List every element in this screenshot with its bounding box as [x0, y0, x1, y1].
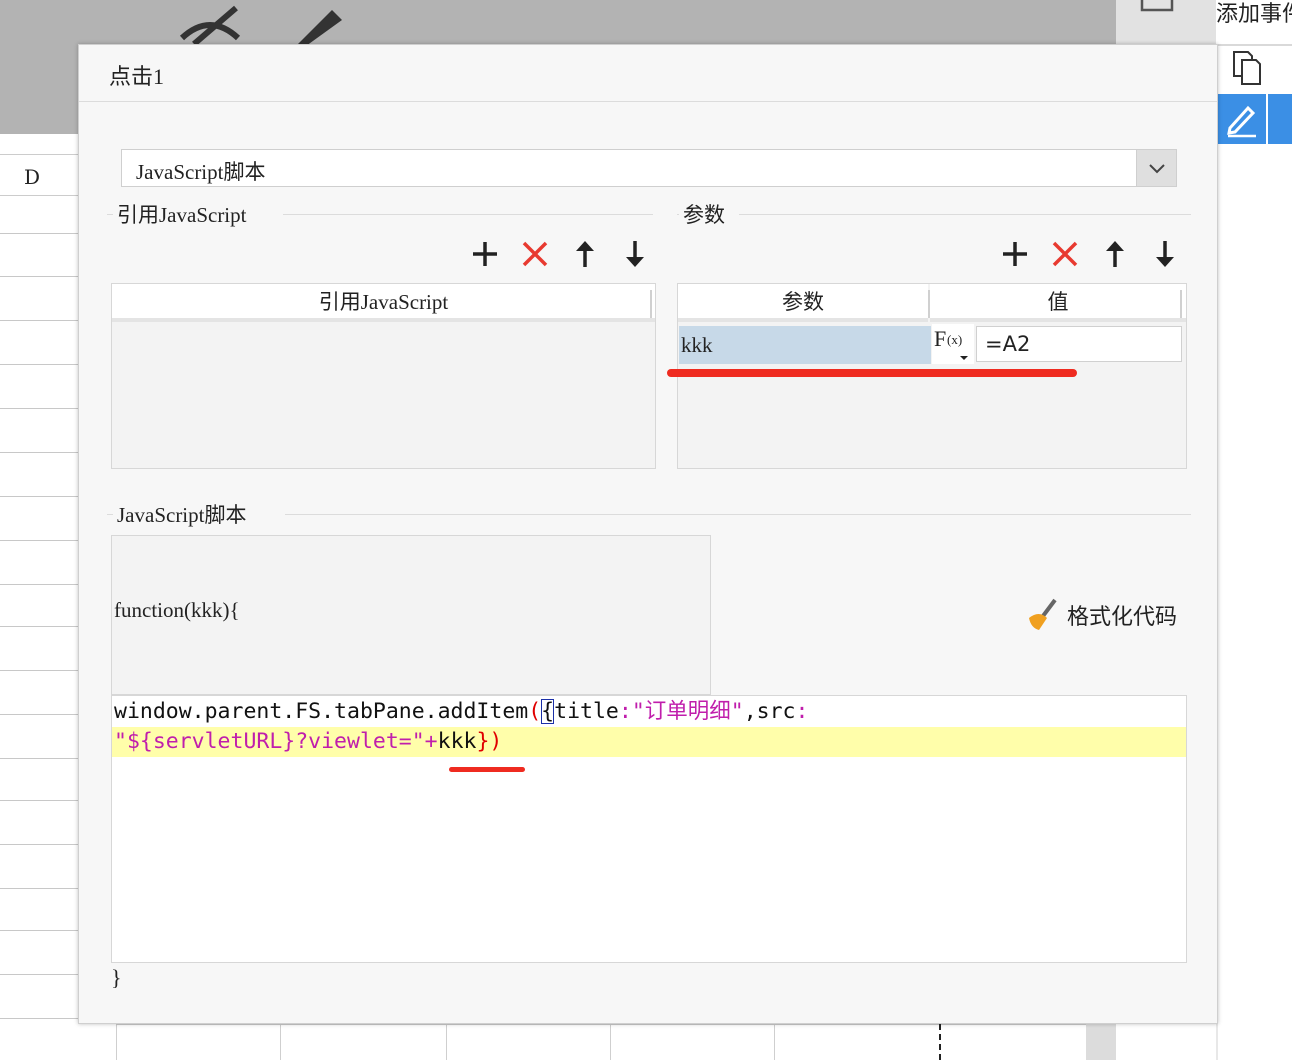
grid-line	[0, 276, 78, 277]
svg-text:(x): (x)	[947, 332, 962, 347]
code-line-1: window.parent.FS.tabPane.addItem({title:…	[114, 699, 809, 724]
copy-icon[interactable]	[1230, 50, 1266, 86]
delete-icon[interactable]	[1050, 239, 1080, 269]
ref-js-table[interactable]: 引用JavaScript	[111, 283, 656, 469]
param-name-cell[interactable]: kkk	[679, 326, 931, 364]
grid-line	[0, 496, 78, 497]
function-signature: function(kkk){	[114, 598, 240, 622]
script-type-select[interactable]: JavaScript脚本	[121, 149, 1177, 187]
delete-event-button[interactable]	[1268, 94, 1292, 144]
formula-fx-icon[interactable]: F (x)	[932, 324, 974, 364]
grid-line	[0, 540, 78, 541]
param-name-column-header[interactable]: 参数	[678, 284, 928, 322]
edit-event-button[interactable]	[1218, 94, 1266, 144]
dialog-title: 点击1	[109, 64, 165, 89]
grid-line	[0, 408, 78, 409]
grid-line	[0, 320, 78, 321]
panel-header-tab[interactable]	[1116, 0, 1216, 44]
frame-icon	[1140, 0, 1174, 12]
grid-line	[0, 452, 78, 453]
param-value-input[interactable]: =A2	[976, 326, 1182, 362]
script-group-label: JavaScript脚本	[113, 499, 251, 529]
move-up-icon[interactable]	[1100, 239, 1130, 269]
delete-icon[interactable]	[520, 239, 550, 269]
grid-line	[0, 714, 78, 715]
event-dialog: 点击1 JavaScript脚本 引用JavaScript 引用JavaScri…	[78, 44, 1218, 1024]
broom-icon	[1029, 598, 1057, 630]
grid-line	[0, 844, 78, 845]
grid-line	[0, 758, 78, 759]
annotation-underline	[667, 369, 1077, 377]
add-event-title: 添加事件	[1216, 1, 1292, 26]
code-editor[interactable]: window.parent.FS.tabPane.addItem({title:…	[111, 695, 1187, 963]
param-value-column-header[interactable]: 值	[930, 284, 1186, 322]
move-down-icon[interactable]	[1150, 239, 1180, 269]
pencil-icon	[1227, 105, 1256, 138]
sheet-edge	[1086, 1024, 1118, 1060]
edit-pencil-icon[interactable]	[288, 2, 352, 46]
column-divider	[650, 290, 652, 318]
add-icon[interactable]	[470, 239, 500, 269]
code-line-2: "${servletURL}?viewlet="+kkk})	[112, 727, 1186, 757]
params-group-label: 参数	[679, 199, 729, 229]
grid-line	[0, 888, 78, 889]
hide-icon[interactable]	[178, 2, 242, 47]
column-divider	[1180, 290, 1182, 318]
function-signature-box: function(kkk){	[111, 535, 711, 695]
format-code-label: 格式化代码	[1067, 604, 1178, 629]
move-up-icon[interactable]	[570, 239, 600, 269]
chevron-down-icon[interactable]	[1136, 150, 1176, 186]
ref-js-column-header[interactable]: 引用JavaScript	[112, 284, 655, 322]
group-border	[283, 214, 653, 215]
add-icon[interactable]	[1000, 239, 1030, 269]
move-down-icon[interactable]	[620, 239, 650, 269]
grid-line	[0, 233, 78, 234]
grid-line	[0, 364, 78, 365]
grid-line	[0, 1018, 78, 1019]
grid-line	[0, 584, 78, 585]
grid-line	[0, 974, 78, 975]
script-type-value: JavaScript脚本	[136, 160, 266, 184]
column-header-label: D	[24, 165, 41, 189]
group-border	[739, 214, 1191, 215]
ref-js-group-label: 引用JavaScript	[113, 199, 251, 229]
column-header-d[interactable]: D	[0, 154, 78, 196]
grid-line	[0, 626, 78, 627]
grid-line	[0, 670, 78, 671]
annotation-underline	[449, 767, 525, 772]
group-border	[285, 514, 1191, 515]
grid-line	[0, 800, 78, 801]
grid-line	[0, 930, 78, 931]
function-closing-brace: }	[111, 965, 122, 990]
page-break-line	[939, 1024, 941, 1060]
svg-text:F: F	[934, 326, 946, 351]
title-divider	[79, 101, 1217, 102]
format-code-button[interactable]: 格式化代码	[1025, 597, 1177, 633]
